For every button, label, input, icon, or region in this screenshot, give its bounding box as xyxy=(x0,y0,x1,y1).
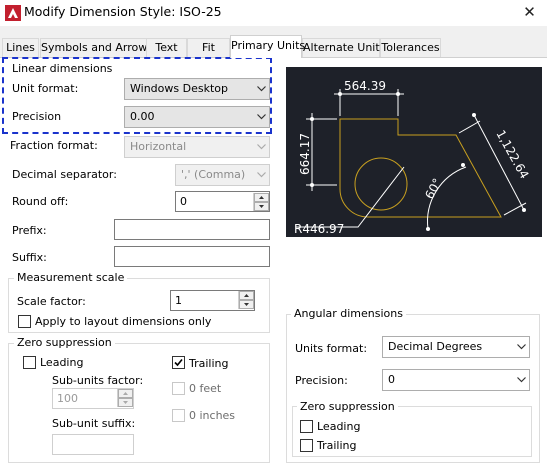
prefix-label: Prefix: xyxy=(12,224,47,237)
angular-trailing-checkbox[interactable] xyxy=(300,439,313,452)
dim-point xyxy=(461,163,465,167)
zero-inches-checkbox[interactable] xyxy=(172,409,185,422)
precision-value: 0.00 xyxy=(130,110,155,123)
dim-point xyxy=(426,227,430,231)
scale-factor-spinner[interactable] xyxy=(238,291,254,309)
angular-units-label: Units format: xyxy=(295,342,368,355)
angular-zero-suppression-title: Zero suppression xyxy=(297,400,398,413)
angular-dimensions-title: Angular dimensions xyxy=(291,307,406,320)
dim-diag-text: 1,122.64 xyxy=(493,128,531,182)
spin-up-button[interactable] xyxy=(254,193,269,202)
unit-format-label: Unit format: xyxy=(12,82,79,95)
arrow-up-icon xyxy=(123,392,128,395)
part-outline xyxy=(339,118,502,218)
suffix-label: Suffix: xyxy=(12,251,47,264)
chevron-down-icon xyxy=(257,114,266,120)
tab-fit[interactable]: Fit xyxy=(187,38,230,57)
precision-dropdown[interactable]: 0.00 xyxy=(124,106,270,128)
angular-precision-value: 0 xyxy=(388,373,395,386)
angular-units-value: Decimal Degrees xyxy=(388,340,483,353)
dimension-preview-drawing: 564.39 664.17 1,122.64 60° R446.97 xyxy=(294,79,532,236)
dim-point xyxy=(472,113,476,117)
spin-down-button[interactable] xyxy=(118,398,133,407)
spin-up-button[interactable] xyxy=(118,389,133,398)
trailing-label: Trailing xyxy=(189,357,229,370)
angular-leading-label: Leading xyxy=(317,420,361,433)
dim-point xyxy=(396,92,400,96)
prefix-input[interactable] xyxy=(114,219,270,240)
angular-leading-checkbox[interactable] xyxy=(300,420,313,433)
preview-panel: 564.39 664.17 1,122.64 60° R446.97 xyxy=(286,67,542,237)
subunits-factor-value: 100 xyxy=(57,392,78,405)
tab-lines[interactable]: Lines xyxy=(2,38,39,57)
unit-format-dropdown[interactable]: Windows Desktop xyxy=(124,78,270,100)
angular-trailing-label: Trailing xyxy=(317,439,357,452)
spin-down-button[interactable] xyxy=(254,202,269,211)
subunits-factor-label: Sub-units factor: xyxy=(52,374,144,387)
suffix-input[interactable] xyxy=(114,246,270,267)
scale-factor-value: 1 xyxy=(175,294,182,307)
checkmark-icon xyxy=(174,358,183,367)
dim-point xyxy=(522,208,526,212)
tab-primary-units[interactable]: Primary Units xyxy=(230,35,305,58)
tab-symbols-arrows[interactable]: Symbols and Arrows xyxy=(40,38,153,57)
decimal-separator-label: Decimal separator: xyxy=(12,168,117,181)
dim-point xyxy=(310,117,314,121)
apply-layout-checkbox[interactable] xyxy=(18,315,31,328)
arrow-down-icon xyxy=(244,303,249,306)
decimal-separator-dropdown[interactable]: ',' (Comma) xyxy=(175,164,270,186)
dim-top-text: 564.39 xyxy=(344,79,386,93)
close-button[interactable]: ✕ xyxy=(512,0,547,24)
chevron-down-icon xyxy=(257,144,266,150)
arrow-up-icon xyxy=(244,294,249,297)
zero-feet-checkbox[interactable] xyxy=(172,382,185,395)
angular-precision-label: Precision: xyxy=(295,374,348,387)
spin-down-button[interactable] xyxy=(239,300,254,309)
arrow-down-icon xyxy=(123,401,128,404)
chevron-down-icon xyxy=(257,172,266,178)
dim-top-line xyxy=(334,89,404,116)
chevron-down-icon xyxy=(517,344,526,350)
fraction-format-value: Horizontal xyxy=(130,140,187,153)
decimal-separator-value: ',' (Comma) xyxy=(181,168,246,181)
trailing-checkbox[interactable] xyxy=(172,356,185,369)
subunits-factor-spinner[interactable] xyxy=(117,389,133,407)
dim-left-text: 664.17 xyxy=(298,133,312,175)
part-hole xyxy=(354,157,408,211)
zero-feet-label: 0 feet xyxy=(189,382,222,395)
spin-up-button[interactable] xyxy=(239,291,254,300)
chevron-down-icon xyxy=(257,86,266,92)
arrow-up-icon xyxy=(259,196,264,199)
fraction-format-label: Fraction format: xyxy=(10,139,98,152)
precision-label: Precision xyxy=(12,110,62,123)
window-title: Modify Dimension Style: ISO-25 xyxy=(24,4,222,19)
measurement-scale-title: Measurement scale xyxy=(14,271,128,284)
chevron-down-icon xyxy=(517,377,526,383)
angular-units-dropdown[interactable]: Decimal Degrees xyxy=(382,336,530,358)
subunit-suffix-label: Sub-unit suffix: xyxy=(52,417,136,430)
zero-suppression-title: Zero suppression xyxy=(14,336,115,349)
tab-alternate-units[interactable]: Alternate Units xyxy=(302,38,385,57)
round-off-value: 0 xyxy=(180,195,187,208)
apply-layout-label: Apply to layout dimensions only xyxy=(35,315,212,328)
zero-inches-label: 0 inches xyxy=(189,409,236,422)
dim-point xyxy=(338,92,342,96)
tab-tolerances[interactable]: Tolerances xyxy=(380,38,441,57)
round-off-label: Round off: xyxy=(12,195,69,208)
unit-format-value: Windows Desktop xyxy=(130,82,228,95)
dim-angle-text: 60° xyxy=(422,176,444,201)
arrow-down-icon xyxy=(259,205,264,208)
tab-text[interactable]: Text xyxy=(146,38,187,57)
subunit-suffix-input[interactable] xyxy=(52,434,134,455)
fraction-format-dropdown[interactable]: Horizontal xyxy=(124,136,270,158)
dim-radius-text: R446.97 xyxy=(294,222,344,236)
leading-checkbox[interactable] xyxy=(23,356,36,369)
linear-dimensions-title: Linear dimensions xyxy=(12,62,113,75)
leading-label: Leading xyxy=(40,356,84,369)
dim-point xyxy=(310,183,314,187)
autocad-app-icon xyxy=(5,5,21,21)
round-off-spinner[interactable] xyxy=(253,193,269,211)
angular-precision-dropdown[interactable]: 0 xyxy=(382,369,530,391)
scale-factor-label: Scale factor: xyxy=(17,295,86,308)
